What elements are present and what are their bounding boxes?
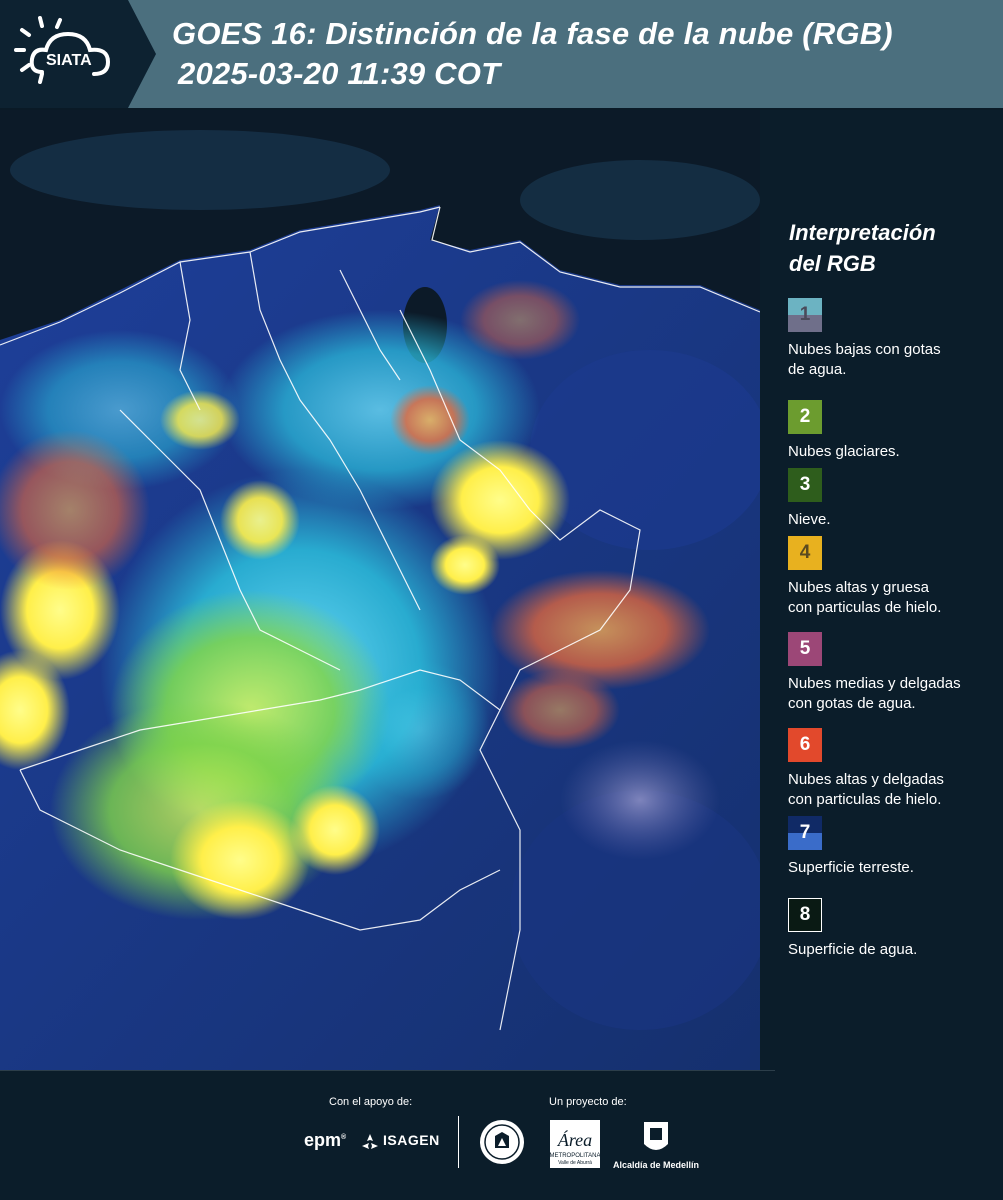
legend-item-1: 1 Nubes bajas con gotas de agua. <box>788 298 1000 380</box>
legend-swatch-8: 8 <box>788 898 822 932</box>
legend-description: Nubes bajas con gotas de agua. <box>788 340 1000 380</box>
legend-swatch-6: 6 <box>788 728 822 762</box>
legend-number: 1 <box>799 304 811 325</box>
header-bar: SIATA GOES 16: Distinción de la fase de … <box>0 0 1003 108</box>
legend-description: Superficie terreste. <box>788 858 1000 878</box>
svg-text:Área: Área <box>557 1129 592 1150</box>
legend-item-5: 5 Nubes medias y delgadas con gotas de agu… <box>788 632 1000 714</box>
legend-swatch-7: 7 <box>788 816 822 850</box>
legend-number: 7 <box>799 822 811 843</box>
legend-number: 4 <box>799 542 811 563</box>
footer: Con el apoyo de: Un proyecto de: epm® IS… <box>0 1070 1003 1200</box>
legend-description: Nubes glaciares. <box>788 442 1000 462</box>
isagen-logo: ISAGEN <box>383 1132 440 1148</box>
siata-logo-icon: SIATA <box>14 16 111 84</box>
epm-logo: epm® <box>304 1130 347 1150</box>
legend-title: Interpretación del RGB <box>789 217 936 279</box>
page-title: GOES 16: Distinción de la fase de la nub… <box>172 16 893 51</box>
legend-description-line1: Nubes altas y delgadas <box>788 771 944 788</box>
svg-text:METROPOLITANA: METROPOLITANA <box>550 1153 600 1159</box>
legend-swatch-1: 1 <box>788 298 822 332</box>
legend-number: 3 <box>799 474 811 495</box>
legend-description-line1: Nubes bajas con gotas <box>788 341 941 358</box>
legend-number: 8 <box>799 904 811 925</box>
footer-divider <box>458 1116 459 1168</box>
legend-item-3: 3 Nieve. <box>788 468 1000 530</box>
legend-item-4: 4 Nubes altas y gruesa con particulas de h… <box>788 536 1000 618</box>
legend-description-line2: con gotas de agua. <box>788 695 916 712</box>
legend-item-7: 7 Superficie terreste. <box>788 816 1000 878</box>
legend-swatch-2: 2 <box>788 400 822 434</box>
support-label: Con el apoyo de: <box>329 1096 413 1108</box>
area-metropolitana-logo: Área METROPOLITANA Valle de Aburrá <box>550 1120 600 1168</box>
legend-swatch-4: 4 <box>788 536 822 570</box>
svg-text:Valle de Aburrá: Valle de Aburrá <box>558 1160 592 1166</box>
legend-description: Nieve. <box>788 510 1000 530</box>
alcaldia-label: Alcaldía de Medellín <box>613 1160 700 1170</box>
project-label: Un proyecto de: <box>549 1096 627 1108</box>
legend-swatch-3: 3 <box>788 468 822 502</box>
legend-description-line1: Superficie de agua. <box>788 941 918 958</box>
legend-number: 5 <box>799 638 811 659</box>
legend-number: 6 <box>799 734 811 755</box>
legend-item-6: 6 Nubes altas y delgadas con particulas de… <box>788 728 1000 810</box>
legend-item-8: 8 Superficie de agua. <box>788 898 1000 960</box>
legend-description-line2: de agua. <box>788 361 847 378</box>
isagen-mark-icon <box>362 1134 378 1149</box>
header-arrow <box>128 0 156 108</box>
satellite-map-image <box>0 110 760 1070</box>
legend-description-line2: con particulas de hielo. <box>788 599 942 616</box>
page-timestamp: 2025-03-20 11:39 COT <box>178 56 501 91</box>
legend-title-line1: Interpretación <box>789 220 936 245</box>
alcaldia-shield-icon <box>644 1122 668 1150</box>
legend-title-line2: del RGB <box>789 251 876 276</box>
legend-description-line1: Superficie terreste. <box>788 859 914 876</box>
siata-logo-text: SIATA <box>46 52 92 69</box>
seal-icon <box>480 1120 524 1164</box>
legend-description-line1: Nubes altas y gruesa <box>788 579 929 596</box>
legend-swatch-5: 5 <box>788 632 822 666</box>
epm-logo-text: epm <box>304 1130 342 1150</box>
siata-logo-block: SIATA <box>0 0 128 108</box>
legend-description-line1: Nubes glaciares. <box>788 443 900 460</box>
footer-rule <box>0 1070 775 1071</box>
legend-description: Nubes altas y gruesa con particulas de hi… <box>788 578 1000 618</box>
legend-description-line1: Nubes medias y delgadas <box>788 675 961 692</box>
legend-description: Nubes medias y delgadas con gotas de agua… <box>788 674 1000 714</box>
legend-description-line2: con particulas de hielo. <box>788 791 942 808</box>
legend-description: Superficie de agua. <box>788 940 1000 960</box>
legend-description-line1: Nieve. <box>788 511 831 528</box>
legend-panel: Interpretación del RGB 1 Nubes bajas con … <box>760 110 1003 1070</box>
legend-item-2: 2 Nubes glaciares. <box>788 400 1000 462</box>
satellite-map <box>0 110 760 1070</box>
legend-description: Nubes altas y delgadas con particulas de … <box>788 770 1000 810</box>
legend-number: 2 <box>799 406 811 427</box>
